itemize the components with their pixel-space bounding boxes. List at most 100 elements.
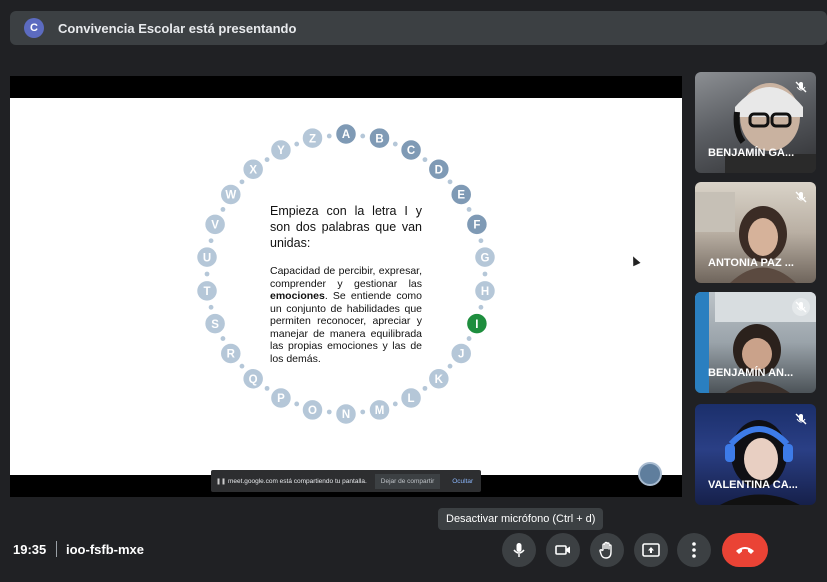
participant-tile[interactable]: BENJAMÍN GA... — [695, 72, 816, 173]
letter-label: A — [342, 129, 350, 141]
ring-dot — [422, 157, 428, 163]
letter-label: F — [473, 220, 480, 232]
letter-label: U — [203, 252, 211, 264]
letter-bubble: H — [473, 279, 497, 303]
letter-bubble: F — [465, 213, 489, 236]
letter-label: J — [458, 349, 464, 361]
ring-dot — [294, 401, 300, 407]
ring-dot — [466, 336, 472, 341]
letter-bubble: J — [449, 342, 473, 365]
letter-label: Y — [277, 145, 285, 157]
end-call-button[interactable] — [722, 533, 768, 567]
participant-tile[interactable]: BENJAMÍN AN... — [695, 292, 816, 393]
pause-icon: ❚❚ — [216, 478, 227, 485]
ring-dot — [447, 179, 453, 185]
letter-bubble: L — [399, 386, 423, 410]
mic-off-icon — [792, 78, 810, 96]
more-options-button[interactable] — [677, 533, 711, 567]
letter-bubble: M — [368, 398, 391, 422]
letter-bubble: Q — [241, 367, 265, 391]
letter-bubble: T — [195, 279, 219, 303]
ring-dot — [392, 141, 398, 147]
letter-bubble: R — [219, 342, 243, 365]
mic-off-icon — [792, 188, 810, 206]
letter-label: T — [204, 286, 211, 298]
hang-up-icon — [736, 547, 754, 554]
participant-tile[interactable]: ANTONIA PAZ ... — [695, 182, 816, 283]
camera-button[interactable] — [546, 533, 580, 567]
microphone-icon — [513, 543, 525, 557]
letter-label: C — [407, 145, 415, 157]
letter-label: O — [308, 405, 317, 417]
meeting-time: 19:35 — [13, 542, 47, 557]
letter-bubble: X — [241, 157, 265, 181]
presenting-bar: C Convivencia Escolar está presentando — [10, 11, 827, 45]
letter-bubble: V — [203, 213, 227, 236]
ring-dot — [478, 304, 484, 310]
participant-name: VALENTINA CA... — [708, 479, 798, 491]
letter-bubble: S — [203, 312, 227, 335]
ring-dot — [360, 133, 366, 139]
slide-text-box: Empieza con la letra I y son dos palabra… — [270, 203, 422, 365]
letter-bubble: O — [301, 398, 324, 422]
hide-banner-button[interactable]: Ocultar — [452, 478, 473, 485]
ring-dot — [326, 409, 332, 415]
slide-body-bold: emociones — [270, 290, 325, 302]
letter-label: B — [375, 133, 383, 145]
ring-dot — [422, 385, 428, 391]
letter-bubble: G — [473, 245, 497, 269]
letter-bubble: B — [368, 126, 391, 150]
letter-label: Q — [249, 374, 258, 386]
share-banner-text: meet.google.com está compartiendo tu pan… — [228, 477, 367, 485]
letter-bubble: P — [269, 386, 293, 410]
letter-label: R — [227, 349, 236, 361]
letter-label: V — [211, 220, 219, 232]
letter-bubble: C — [399, 138, 423, 162]
ring-dot — [466, 207, 472, 212]
letter-label: K — [435, 374, 444, 386]
ring-dot — [208, 238, 214, 244]
slide-heading: Empieza con la letra I y son dos palabra… — [270, 204, 422, 250]
slide-nav-button[interactable] — [638, 462, 662, 486]
letter-label: P — [277, 393, 285, 405]
more-vert-icon — [692, 542, 696, 558]
presenter-avatar: C — [24, 18, 44, 38]
screen-share-banner: ❚❚ meet.google.com está compartiendo tu … — [211, 470, 481, 492]
presentation-slide: A B C D E F G H I J K L M N O P Q R S T U V W X Y Z Empieza con l… — [10, 98, 682, 492]
stop-sharing-button[interactable]: Dejar de compartir — [374, 473, 441, 489]
letter-bubble: Y — [269, 138, 293, 162]
hand-icon — [599, 541, 612, 559]
raise-hand-button[interactable] — [590, 533, 624, 567]
present-now-button[interactable] — [634, 533, 668, 567]
letter-label: E — [457, 190, 465, 202]
letter-label: D — [435, 164, 443, 176]
letter-label: M — [375, 405, 385, 417]
presenting-text: Convivencia Escolar está presentando — [58, 20, 297, 36]
ring-dot — [447, 363, 453, 369]
participant-name: ANTONIA PAZ ... — [708, 257, 794, 269]
ring-dot — [239, 179, 245, 185]
letter-label: Z — [309, 133, 316, 145]
letter-bubble: Z — [301, 126, 324, 150]
letter-bubble: I — [465, 312, 489, 335]
letter-bubble: W — [219, 183, 243, 206]
ring-dot — [264, 385, 270, 391]
mic-off-icon — [792, 298, 810, 316]
camera-icon — [555, 545, 570, 555]
letter-label: N — [342, 409, 350, 421]
letter-label: W — [225, 190, 236, 202]
participant-tile[interactable]: VALENTINA CA... — [695, 404, 816, 505]
ring-dot — [239, 363, 245, 369]
letter-bubble: N — [334, 402, 358, 426]
ring-dot — [478, 238, 484, 244]
participant-name: BENJAMÍN AN... — [708, 367, 794, 379]
ring-dot — [220, 207, 226, 212]
mic-off-icon — [792, 410, 810, 428]
microphone-button[interactable] — [502, 533, 536, 567]
ring-dot — [360, 409, 366, 415]
ring-dot — [294, 141, 300, 147]
letter-label: G — [481, 252, 490, 264]
meeting-code: ioo-fsfb-mxe — [66, 542, 144, 557]
ring-dot — [208, 304, 214, 310]
mic-tooltip: Desactivar micrófono (Ctrl + d) — [438, 508, 604, 530]
